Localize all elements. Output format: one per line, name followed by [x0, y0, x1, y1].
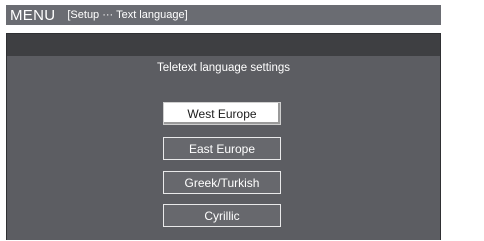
breadcrumb: [Setup ··· Text language]: [67, 9, 188, 21]
option-cyrillic[interactable]: Cyrillic: [163, 204, 281, 227]
panel-body: Teletext language settings West Europe E…: [7, 56, 440, 240]
settings-title: Teletext language settings: [157, 62, 290, 74]
panel-header-bar: [7, 34, 440, 57]
menu-title: MENU: [10, 6, 56, 24]
option-greek-turkish[interactable]: Greek/Turkish: [163, 171, 281, 194]
menu-bar: MENU [Setup ··· Text language]: [6, 5, 441, 25]
option-east-europe[interactable]: East Europe: [163, 137, 281, 160]
option-west-europe[interactable]: West Europe: [163, 102, 281, 125]
settings-panel: Teletext language settings West Europe E…: [6, 33, 441, 240]
